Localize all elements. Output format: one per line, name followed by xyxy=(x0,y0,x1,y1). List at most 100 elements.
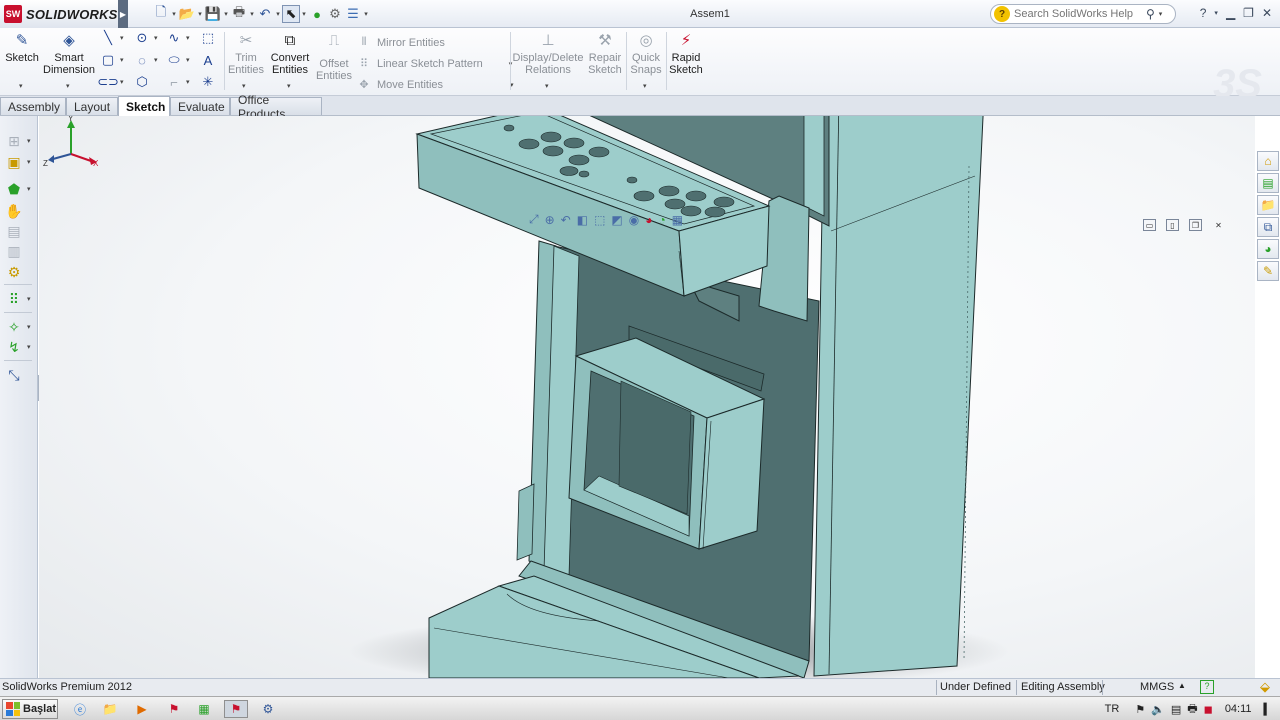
insert-components-dropdown-icon[interactable]: ▾ xyxy=(27,137,31,145)
view-settings-icon[interactable]: ▦ xyxy=(672,213,683,227)
hide-components-icon[interactable]: ▥ xyxy=(4,242,24,260)
sketch-button[interactable]: ✎ Sketch xyxy=(5,32,39,64)
new-dropdown-icon[interactable]: ▾ xyxy=(170,10,178,18)
text-tool-icon[interactable]: A xyxy=(200,52,216,68)
media-player-icon[interactable]: ▶ xyxy=(130,700,154,718)
quick-snaps-dropdown-icon[interactable]: ▾ xyxy=(643,82,647,90)
spreadsheet-app-icon[interactable]: ▦ xyxy=(192,700,216,718)
tab-evaluate[interactable]: Evaluate xyxy=(170,97,230,115)
options-icon[interactable]: ⚙ xyxy=(326,5,344,23)
antivirus-icon[interactable]: ◼ xyxy=(1204,703,1213,716)
rebuild-traffic-light-icon[interactable]: ● xyxy=(308,5,326,23)
solidworks-window-button[interactable]: ⚑ xyxy=(224,700,248,718)
mirror-entities-button[interactable]: ⫴ Mirror Entities xyxy=(356,32,514,53)
explode-line-dropdown-icon[interactable]: ▾ xyxy=(27,343,31,351)
circle-dropdown-icon[interactable]: ▾ xyxy=(154,34,158,42)
sketch-chamfer-icon[interactable]: ⌐ xyxy=(166,74,182,90)
viewport-close-icon[interactable]: ✕ xyxy=(1212,219,1225,231)
tab-office-products[interactable]: Office Products xyxy=(230,93,322,121)
action-center-icon[interactable]: ⚑ xyxy=(1135,703,1145,716)
sketch-dropdown-icon[interactable]: ▾ xyxy=(19,82,23,90)
view-palette-icon[interactable]: ⧉ xyxy=(1257,217,1279,237)
help-icon[interactable]: ? xyxy=(1200,6,1207,20)
ellipse-tool-icon[interactable]: ⬭ xyxy=(166,52,182,68)
new-part-icon[interactable]: ▣ xyxy=(4,153,24,171)
rectangle-tool-icon[interactable]: ▢ xyxy=(100,52,116,68)
zoom-area-icon[interactable]: ⊕ xyxy=(545,213,555,227)
network-icon[interactable]: ▤ xyxy=(1171,703,1181,716)
mate-dropdown-icon[interactable]: ▾ xyxy=(27,185,31,193)
insert-components-icon[interactable]: ⊞ xyxy=(4,132,24,150)
zoom-to-fit-icon[interactable]: ⤢ xyxy=(529,212,539,227)
file-explorer-icon[interactable]: 📁 xyxy=(1257,195,1279,215)
tab-layout[interactable]: Layout xyxy=(66,97,118,115)
settings-app-icon[interactable]: ⚙ xyxy=(256,700,280,718)
interference-detection-icon[interactable]: ⤡ xyxy=(4,366,24,384)
file-properties-icon[interactable]: ☰ xyxy=(344,5,362,23)
open-dropdown-icon[interactable]: ▾ xyxy=(196,10,204,18)
convert-dropdown-icon[interactable]: ▾ xyxy=(287,82,291,90)
printer-icon[interactable]: 🖶 xyxy=(1187,700,1197,719)
unit-system-dropdown-icon[interactable]: ▲ xyxy=(1178,681,1186,690)
minimize-icon[interactable]: ▁ xyxy=(1226,6,1235,20)
rectangle-dropdown-icon[interactable]: ▾ xyxy=(120,56,124,64)
ellipse-dropdown-icon[interactable]: ▾ xyxy=(186,56,190,64)
component-pattern-icon[interactable]: ⠿ xyxy=(4,290,24,308)
appearances-scenes-icon[interactable]: ◕ xyxy=(1257,239,1279,259)
linear-sketch-pattern-button[interactable]: ⠿Linear Sketch Pattern▾ xyxy=(356,53,514,74)
menu-expand-arrow-icon[interactable]: ▶ xyxy=(118,0,128,28)
rapid-sketch-button[interactable]: ⚡ Rapid Sketch xyxy=(668,32,704,76)
properties-dropdown-icon[interactable]: ▾ xyxy=(362,10,370,18)
new-part-dropdown-icon[interactable]: ▾ xyxy=(27,158,31,166)
convert-entities-button[interactable]: ⧉ Convert Entities xyxy=(268,32,312,76)
offset-entities-button[interactable]: ⎍ Offset Entities xyxy=(314,32,354,82)
smart-dimension-dropdown-icon[interactable]: ▾ xyxy=(66,82,70,90)
search-dropdown-icon[interactable]: ▾ xyxy=(1159,10,1163,18)
component-pattern-dropdown-icon[interactable]: ▾ xyxy=(27,295,31,303)
viewport-tile-icon[interactable]: ▭ xyxy=(1143,219,1156,231)
hide-show-items-icon[interactable]: ◉ xyxy=(629,213,639,227)
help-dropdown-icon[interactable]: ▾ xyxy=(1214,9,1218,17)
solidworks-launcher-icon[interactable]: ⚑ xyxy=(162,700,186,718)
start-button[interactable]: Başlat xyxy=(2,699,58,719)
relations-dropdown-icon[interactable]: ▾ xyxy=(545,82,549,90)
tab-assembly[interactable]: Assembly xyxy=(0,97,66,115)
rebuild-status-icon[interactable]: ⬙ xyxy=(1260,679,1270,695)
smart-dimension-button[interactable]: ◈ Smart Dimension xyxy=(43,32,95,76)
trim-entities-button[interactable]: ✂ Trim Entities xyxy=(226,32,266,76)
display-delete-relations-button[interactable]: ⊥ Display/Delete Relations xyxy=(513,32,584,76)
explode-view-icon[interactable]: ✧ xyxy=(4,318,24,336)
custom-properties-icon[interactable]: ✎ xyxy=(1257,261,1279,281)
tab-sketch[interactable]: Sketch xyxy=(118,96,170,116)
apply-scene-icon[interactable]: ◔ xyxy=(659,213,666,227)
mate-icon[interactable]: ⬟ xyxy=(4,180,24,198)
volume-icon[interactable]: 🔈 xyxy=(1151,703,1165,716)
spline-dropdown-icon[interactable]: ▾ xyxy=(186,34,190,42)
save-icon[interactable]: 💾 xyxy=(204,5,222,23)
clock[interactable]: 04:11 xyxy=(1225,703,1252,715)
sketch-fillet-icon[interactable]: ⬚ xyxy=(200,30,216,46)
graphics-area[interactable]: ⤢ ⊕ ↶ ◧ ⬚ ◩ ◉ ◕ ◔ ▦ ▭ ▯ ❐ ✕ Y X Z xyxy=(39,116,1255,678)
search-icon[interactable]: ⚲ xyxy=(1146,7,1155,21)
viewport-restore-icon[interactable]: ❐ xyxy=(1189,219,1202,231)
edit-appearance-icon[interactable]: ◕ xyxy=(645,213,652,227)
print-icon[interactable]: 🖶 xyxy=(230,4,248,23)
close-icon[interactable]: ✕ xyxy=(1262,6,1272,20)
section-view-icon[interactable]: ◧ xyxy=(577,213,588,227)
slot-dropdown-icon[interactable]: ▾ xyxy=(120,78,124,86)
design-library-icon[interactable]: ▤ xyxy=(1257,173,1279,193)
display-style-icon[interactable]: ◩ xyxy=(611,213,622,227)
repair-sketch-button[interactable]: ⚒ Repair Sketch xyxy=(586,32,624,76)
slot-tool-icon[interactable]: ⊂⊃ xyxy=(97,74,119,90)
status-help-icon[interactable]: ? xyxy=(1200,680,1214,694)
save-dropdown-icon[interactable]: ▾ xyxy=(222,10,230,18)
quick-snaps-button[interactable]: ◎ Quick Snaps xyxy=(628,32,664,76)
internet-explorer-icon[interactable]: ⓔ xyxy=(68,700,92,718)
show-desktop-button[interactable]: ▍ xyxy=(1264,703,1272,716)
trim-dropdown-icon[interactable]: ▾ xyxy=(242,82,246,90)
unit-system-selector[interactable]: MMGS xyxy=(1140,681,1174,693)
new-document-icon[interactable]: 🗋 xyxy=(152,4,170,23)
help-search-input[interactable] xyxy=(1014,8,1144,20)
previous-view-icon[interactable]: ↶ xyxy=(561,213,571,227)
rotate-component-icon[interactable]: ▤ xyxy=(4,222,24,240)
